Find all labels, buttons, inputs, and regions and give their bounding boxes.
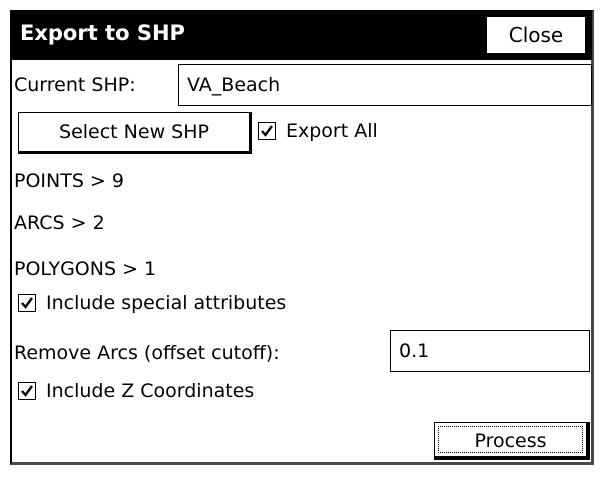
arcs-count: ARCS > 2 (14, 212, 105, 234)
export-all-label: Export All (286, 120, 378, 142)
process-button-label: Process (438, 426, 583, 453)
current-shp-label: Current SHP: (14, 74, 136, 96)
include-special-label: Include special attributes (46, 292, 287, 314)
process-button[interactable]: Process (434, 422, 590, 460)
include-special-checkbox[interactable] (18, 294, 36, 312)
remove-arcs-label: Remove Arcs (offset cutoff): (14, 342, 280, 364)
points-count: POINTS > 9 (14, 170, 124, 192)
checkmark-icon (261, 125, 273, 137)
polygons-count: POLYGONS > 1 (14, 258, 157, 280)
include-z-checkbox[interactable] (18, 382, 36, 400)
current-shp-field[interactable]: VA_Beach (178, 64, 592, 106)
title-bar: Export to SHP Close (12, 12, 592, 60)
include-z-label: Include Z Coordinates (46, 380, 255, 402)
export-all-checkbox[interactable] (258, 122, 276, 140)
checkmark-icon (21, 385, 33, 397)
offset-cutoff-field[interactable]: 0.1 (390, 330, 590, 372)
checkmark-icon (21, 297, 33, 309)
dialog-title: Export to SHP (20, 21, 185, 45)
export-dialog: Export to SHP Close Current SHP: VA_Beac… (10, 10, 594, 465)
select-new-shp-button[interactable]: Select New SHP (18, 112, 252, 154)
close-button[interactable]: Close (486, 16, 586, 54)
